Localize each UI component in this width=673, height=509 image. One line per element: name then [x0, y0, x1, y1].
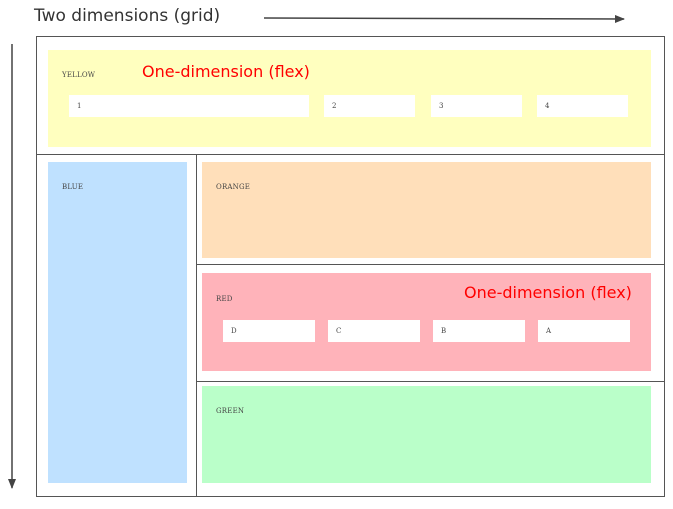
grid-row-arrow	[263, 14, 625, 23]
red-flex-annotation: One-dimension (flex)	[464, 283, 632, 302]
grid-divider-row-3	[197, 381, 664, 382]
grid-heading: Two dimensions (grid)	[34, 6, 221, 26]
red-item-a: A	[538, 320, 630, 342]
green-panel: GREEN	[202, 386, 651, 483]
yellow-item-2: 2	[324, 95, 415, 117]
grid-divider-column	[196, 155, 197, 496]
blue-panel: BLUE	[48, 162, 187, 483]
orange-label: ORANGE	[216, 183, 251, 191]
blue-label: BLUE	[62, 183, 84, 191]
grid-divider-row-2	[197, 264, 664, 265]
red-item-d: D	[223, 320, 315, 342]
red-label: RED	[216, 295, 233, 303]
yellow-label: YELLOW	[62, 71, 96, 79]
yellow-item-4: 4	[537, 95, 628, 117]
yellow-panel: YELLOW 1 2 3 4	[48, 50, 651, 147]
red-item-b: B	[433, 320, 525, 342]
red-item-c: C	[328, 320, 420, 342]
yellow-item-3: 3	[431, 95, 522, 117]
grid-divider-row-1	[37, 154, 664, 155]
green-label: GREEN	[216, 407, 245, 415]
yellow-flex-annotation: One-dimension (flex)	[142, 62, 310, 81]
orange-panel: ORANGE	[202, 162, 651, 258]
yellow-item-1: 1	[69, 95, 309, 117]
